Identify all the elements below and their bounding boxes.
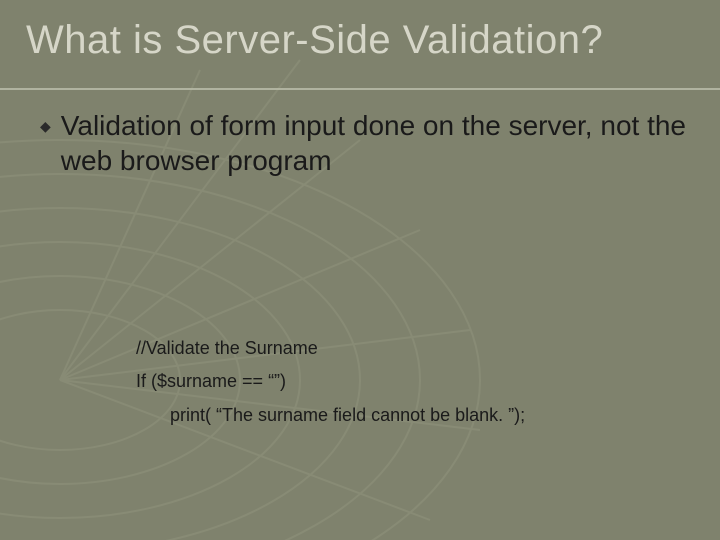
diamond-bullet-icon: ◆ (40, 118, 51, 135)
bullet-text: Validation of form input done on the ser… (61, 108, 686, 178)
background-art (0, 0, 720, 540)
bullet-item: ◆ Validation of form input done on the s… (40, 108, 686, 178)
body: ◆ Validation of form input done on the s… (40, 108, 686, 178)
code-block: //Validate the Surname If ($surname == “… (136, 332, 680, 432)
code-line-print: print( “The surname field cannot be blan… (136, 399, 680, 432)
code-line-if: If ($surname == “”) (136, 365, 680, 398)
code-line-comment: //Validate the Surname (136, 332, 680, 365)
slide-title: What is Server-Side Validation? (26, 18, 694, 63)
slide: What is Server-Side Validation? ◆ Valida… (0, 0, 720, 540)
title-underline (0, 88, 720, 90)
